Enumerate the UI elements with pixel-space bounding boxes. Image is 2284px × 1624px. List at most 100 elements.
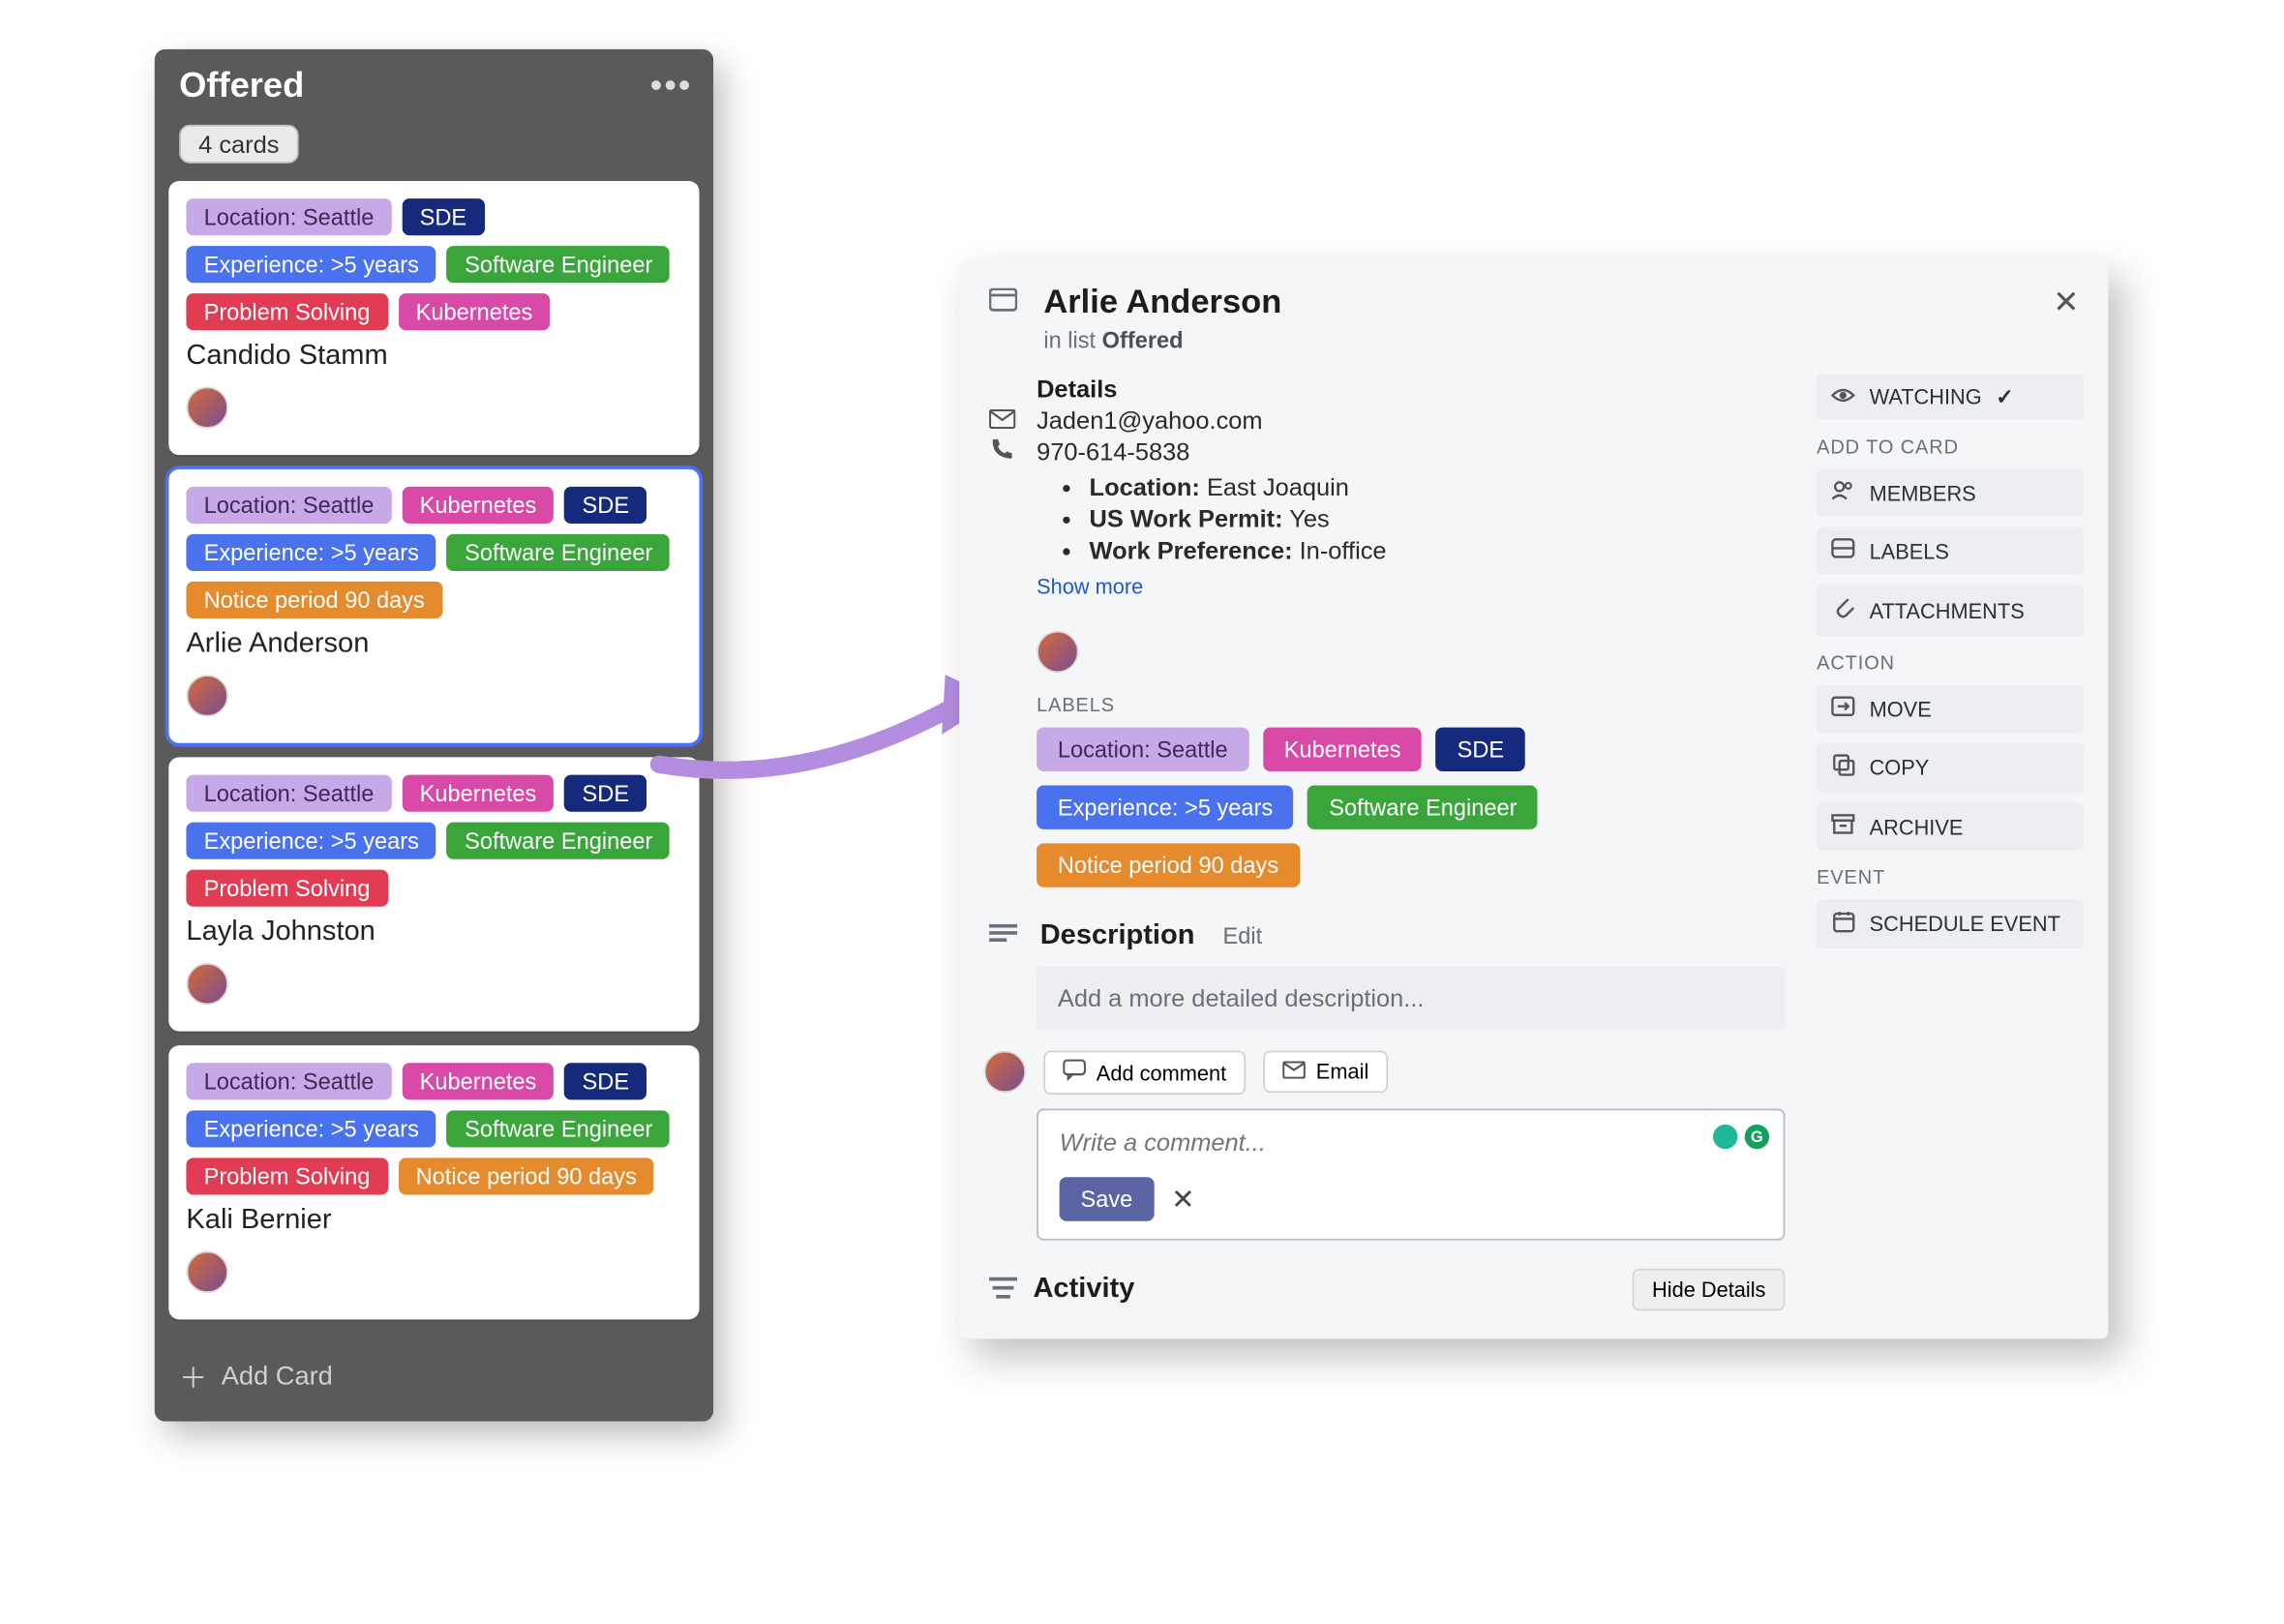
kanban-card[interactable]: Location: Seattle Kubernetes SDE Experience… <box>168 469 699 743</box>
card-label[interactable]: Experience: >5 years <box>186 246 436 283</box>
detail-email: Jaden1@yahoo.com <box>1037 406 1263 434</box>
kanban-card[interactable]: Location: Seattle Kubernetes SDE Experience… <box>168 757 699 1031</box>
modal-label[interactable]: Software Engineer <box>1308 785 1539 828</box>
kanban-column: Offered ••• 4 cards Location: SeattleSDE… <box>155 49 713 1422</box>
copy-button[interactable]: COPY <box>1817 743 2084 793</box>
grammarly-widget: G <box>1713 1125 1769 1149</box>
comment-input-box[interactable]: G Save ✕ <box>1037 1109 1785 1241</box>
card-labels-row: Location: Seattle Kubernetes SDE Experience… <box>186 487 681 618</box>
activity-heading: Activity <box>1033 1274 1134 1306</box>
description-heading: Description <box>1040 919 1195 951</box>
hide-details-button[interactable]: Hide Details <box>1633 1269 1785 1311</box>
archive-icon <box>1831 814 1855 840</box>
card-label[interactable]: Software Engineer <box>447 823 670 859</box>
card-label[interactable]: Problem Solving <box>186 1158 387 1194</box>
in-list-name[interactable]: Offered <box>1102 327 1184 353</box>
card-label[interactable]: Software Engineer <box>447 246 670 283</box>
modal-card-title: Arlie Anderson <box>1043 285 1281 323</box>
card-label[interactable]: Location: Seattle <box>186 198 391 235</box>
schedule-event-button[interactable]: SCHEDULE EVENT <box>1817 899 2084 948</box>
edit-description-link[interactable]: Edit <box>1223 922 1263 948</box>
card-detail-modal: ✕ Arlie Anderson in list Offered Details <box>959 260 2108 1339</box>
in-list-prefix: in list <box>1043 327 1101 353</box>
card-label[interactable]: Notice period 90 days <box>186 582 442 618</box>
card-label[interactable]: Experience: >5 years <box>186 823 436 859</box>
show-more-link[interactable]: Show more <box>1037 575 1143 599</box>
card-label[interactable]: Location: Seattle <box>186 775 391 812</box>
check-icon: ✓ <box>1996 385 2013 409</box>
add-to-card-heading: ADD TO CARD <box>1817 437 2084 459</box>
modal-sidebar: WATCHING ✓ ADD TO CARD MEMBERS LABELS AT… <box>1817 375 2084 1311</box>
card-title: Layla Johnston <box>186 917 681 949</box>
watching-button[interactable]: WATCHING ✓ <box>1817 375 2084 420</box>
card-label[interactable]: Notice period 90 days <box>398 1158 654 1194</box>
email-tab[interactable]: Email <box>1263 1051 1388 1094</box>
add-card-button[interactable]: ＋ Add Card <box>155 1338 713 1419</box>
card-label[interactable]: Experience: >5 years <box>186 534 436 571</box>
card-label[interactable]: Experience: >5 years <box>186 1110 436 1147</box>
kanban-card[interactable]: Location: Seattle SDE Experience: >5 years… <box>168 181 699 455</box>
add-comment-tab[interactable]: Add comment <box>1043 1051 1246 1095</box>
detail-bullet: Work Preference: In-office <box>1090 536 1786 564</box>
labels-button[interactable]: LABELS <box>1817 527 2084 575</box>
column-menu-icon[interactable]: ••• <box>650 67 693 107</box>
column-header: Offered ••• <box>155 49 713 118</box>
card-label[interactable]: Kubernetes <box>402 1063 554 1099</box>
comment-avatar <box>984 1051 1027 1094</box>
close-icon[interactable]: ✕ <box>2045 281 2088 323</box>
card-label[interactable]: Kubernetes <box>398 293 550 330</box>
modal-label[interactable]: SDE <box>1436 728 1525 771</box>
member-avatar[interactable] <box>1037 631 1079 674</box>
card-avatar[interactable] <box>186 675 228 717</box>
card-label[interactable]: SDE <box>564 1063 646 1099</box>
modal-main: Details Jaden1@yahoo.com 970-614-5838 Lo… <box>984 375 1786 1311</box>
event-heading: EVENT <box>1817 868 2084 889</box>
detail-phone: 970-614-5838 <box>1037 437 1189 466</box>
card-icon <box>984 288 1023 320</box>
copy-icon <box>1831 754 1855 782</box>
copy-label: COPY <box>1870 756 1930 780</box>
modal-label[interactable]: Experience: >5 years <box>1037 785 1294 828</box>
calendar-icon <box>1831 910 1855 938</box>
card-label[interactable]: Location: Seattle <box>186 487 391 524</box>
kanban-card[interactable]: Location: Seattle Kubernetes SDE Experience… <box>168 1045 699 1319</box>
add-card-label: Add Card <box>222 1361 333 1391</box>
cancel-comment-icon[interactable]: ✕ <box>1171 1182 1194 1217</box>
move-button[interactable]: MOVE <box>1817 685 2084 733</box>
card-labels-row: Location: Seattle Kubernetes SDE Experience… <box>186 775 681 907</box>
grammarly-dot-icon <box>1713 1125 1737 1149</box>
phone-icon <box>984 437 1019 466</box>
email-tab-label: Email <box>1316 1060 1368 1084</box>
labels-icon <box>1831 538 1855 564</box>
comment-input[interactable] <box>1060 1128 1622 1156</box>
card-label[interactable]: SDE <box>564 775 646 812</box>
card-label[interactable]: SDE <box>402 198 484 235</box>
detail-bullet: Location: East Joaquin <box>1090 472 1786 500</box>
modal-label[interactable]: Notice period 90 days <box>1037 843 1300 887</box>
column-title: Offered <box>179 67 304 107</box>
card-label[interactable]: Kubernetes <box>402 487 554 524</box>
card-label[interactable]: SDE <box>564 487 646 524</box>
description-placeholder[interactable]: Add a more detailed description... <box>1037 966 1785 1029</box>
card-avatar[interactable] <box>186 1251 228 1294</box>
modal-label[interactable]: Location: Seattle <box>1037 728 1248 771</box>
watching-label: WATCHING <box>1870 385 1982 409</box>
card-avatar[interactable] <box>186 963 228 1006</box>
save-button[interactable]: Save <box>1060 1177 1154 1220</box>
action-heading: ACTION <box>1817 653 2084 675</box>
card-label[interactable]: Software Engineer <box>447 534 670 571</box>
card-avatar[interactable] <box>186 386 228 429</box>
card-labels-row: Location: Seattle Kubernetes SDE Experience… <box>186 1063 681 1194</box>
card-label[interactable]: Problem Solving <box>186 293 387 330</box>
card-title: Candido Stamm <box>186 341 681 373</box>
attachments-button[interactable]: ATTACHMENTS <box>1817 586 2084 637</box>
card-label[interactable]: Software Engineer <box>447 1110 670 1147</box>
card-label[interactable]: Location: Seattle <box>186 1063 391 1099</box>
card-label[interactable]: Kubernetes <box>402 775 554 812</box>
attachments-label: ATTACHMENTS <box>1870 598 2025 622</box>
modal-labels-row: Location: Seattle Kubernetes SDE Experience… <box>1037 728 1785 887</box>
archive-button[interactable]: ARCHIVE <box>1817 803 2084 851</box>
modal-label[interactable]: Kubernetes <box>1263 728 1422 771</box>
card-label[interactable]: Problem Solving <box>186 870 387 907</box>
members-button[interactable]: MEMBERS <box>1817 469 2084 517</box>
